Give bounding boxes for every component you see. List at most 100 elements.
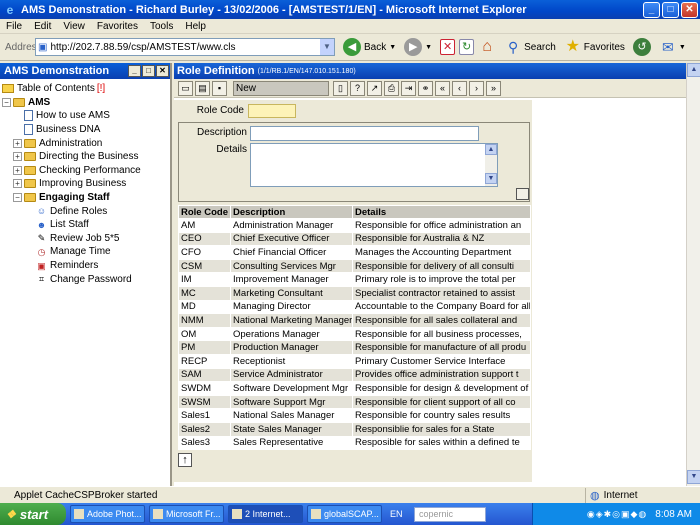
- back-dropdown-icon[interactable]: ▼: [389, 44, 396, 51]
- menu-help[interactable]: Help: [179, 21, 212, 32]
- scroll-top-arrow-icon[interactable]: ↑: [178, 453, 192, 467]
- toc-heading[interactable]: Table of Contents [!]: [2, 82, 168, 96]
- mail-button[interactable]: ✉ ▼: [659, 36, 686, 58]
- tree-item-manage-time[interactable]: ◷ Manage Time: [2, 245, 168, 259]
- start-button[interactable]: ❖ start: [0, 503, 66, 525]
- table-row[interactable]: Sales2 State Sales Manager Responsiblie fo…: [178, 421, 531, 437]
- close-button[interactable]: ✕: [681, 1, 698, 18]
- column-header-description[interactable]: Description: [230, 205, 353, 219]
- table-row[interactable]: PM Production Manager Responsible for manu…: [178, 340, 531, 355]
- find-binoculars-icon[interactable]: ⚭: [418, 80, 433, 96]
- tree-item-reminders[interactable]: ▣ Reminders: [2, 259, 168, 273]
- tree-item-ams[interactable]: − AMS: [2, 96, 168, 110]
- taskbar-item-globalscape[interactable]: globalSCAP...: [307, 505, 382, 523]
- tray-icons[interactable]: ◉◈✱◎▣◆◍: [587, 509, 647, 520]
- first-record-icon[interactable]: «: [435, 80, 450, 96]
- collapse-icon[interactable]: −: [13, 193, 22, 203]
- table-row[interactable]: IM Improvement Manager Primary role is to …: [178, 272, 531, 287]
- taskbar-item-internet-explorer[interactable]: 2 Internet...: [228, 505, 303, 523]
- details-expand-button[interactable]: [516, 188, 529, 200]
- stop-button[interactable]: ✕: [440, 36, 456, 58]
- save-icon[interactable]: ▪: [212, 80, 227, 96]
- page-scroll-up-icon[interactable]: ▲: [687, 63, 700, 77]
- details-textarea[interactable]: ▲ ▼: [250, 143, 498, 187]
- tree-item-list-staff[interactable]: ☻ List Staff: [2, 218, 168, 232]
- description-input[interactable]: [250, 126, 479, 141]
- history-button[interactable]: ↺: [632, 36, 651, 58]
- details-scrollbar[interactable]: ▲ ▼: [485, 144, 497, 186]
- tree-item-review-job[interactable]: ✎ Review Job 5*5: [2, 232, 168, 246]
- tree-item-improving[interactable]: + Improving Business: [2, 177, 168, 191]
- pane-close-button[interactable]: ✕: [156, 65, 169, 77]
- exit-icon[interactable]: ⇥: [401, 80, 416, 96]
- table-row[interactable]: SWSM Software Support Mgr Responsible for …: [178, 394, 531, 410]
- new-record-icon[interactable]: ▭: [178, 80, 193, 96]
- address-url[interactable]: http://202.7.88.59/csp/AMSTEST/www.cls: [50, 42, 320, 53]
- menu-view[interactable]: View: [57, 21, 91, 32]
- edit-icon[interactable]: ↗: [367, 80, 382, 96]
- address-input[interactable]: ▣ http://202.7.88.59/csp/AMSTEST/www.cls…: [35, 38, 335, 56]
- table-row[interactable]: MD Managing Director Accountable to the Co…: [178, 299, 531, 315]
- expand-icon[interactable]: +: [13, 152, 22, 162]
- minimize-button[interactable]: _: [643, 1, 660, 18]
- column-header-details[interactable]: Details: [352, 205, 531, 219]
- tree-item-how-to-use[interactable]: How to use AMS: [2, 109, 168, 123]
- tree-item-checking[interactable]: + Checking Performance: [2, 164, 168, 178]
- table-row[interactable]: OM Operations Manager Responsible for all …: [178, 326, 531, 342]
- menu-favorites[interactable]: Favorites: [91, 21, 144, 32]
- table-row[interactable]: CEO Chief Executive Officer Responsible fo…: [178, 231, 531, 247]
- next-record-icon[interactable]: ›: [469, 80, 484, 96]
- taskbar-item-photoshop[interactable]: Adobe Phot...: [70, 505, 145, 523]
- expand-icon[interactable]: +: [13, 138, 22, 148]
- scroll-up-icon[interactable]: ▲: [485, 144, 497, 155]
- pane-restore-button[interactable]: □: [142, 65, 155, 77]
- scroll-down-icon[interactable]: ▼: [485, 173, 497, 184]
- table-row[interactable]: SAM Service Administrator Provides office …: [178, 367, 531, 383]
- table-row[interactable]: NMM National Marketing Manager Responsible…: [178, 313, 531, 328]
- help-icon[interactable]: ?: [350, 80, 365, 96]
- home-button[interactable]: ⌂: [478, 36, 496, 58]
- table-row[interactable]: AM Administration Manager Responsible for …: [178, 218, 531, 233]
- table-row[interactable]: Sales1 National Sales Manager Responsible …: [178, 408, 531, 423]
- menu-edit[interactable]: Edit: [28, 21, 57, 32]
- table-row[interactable]: Sales3 Sales Representative Resposible for…: [178, 435, 531, 451]
- tree-item-directing[interactable]: + Directing the Business: [2, 150, 168, 164]
- tree-item-engaging-staff[interactable]: − Engaging Staff: [2, 191, 168, 205]
- expand-icon[interactable]: +: [13, 179, 22, 189]
- search-button[interactable]: ⚲ Search: [504, 36, 556, 58]
- back-button[interactable]: ◀ Back ▼: [343, 36, 396, 58]
- last-record-icon[interactable]: »: [486, 80, 501, 96]
- favorites-button[interactable]: ★ Favorites: [564, 36, 625, 58]
- table-row[interactable]: CFO Chief Financial Officer Manages the Ac…: [178, 245, 531, 260]
- forward-button[interactable]: ▶ ▼: [404, 36, 432, 58]
- tree-item-business-dna[interactable]: Business DNA: [2, 123, 168, 137]
- mail-dropdown-icon[interactable]: ▼: [679, 44, 686, 51]
- menu-tools[interactable]: Tools: [144, 21, 179, 32]
- copernic-search-input[interactable]: copernic: [414, 506, 486, 522]
- language-indicator[interactable]: EN: [390, 509, 410, 519]
- tree-item-change-password[interactable]: ⌗ Change Password: [2, 272, 168, 286]
- taskbar-item-frontpage[interactable]: Microsoft Fr...: [149, 505, 224, 523]
- column-header-role-code[interactable]: Role Code: [178, 205, 231, 219]
- expand-icon[interactable]: +: [13, 165, 22, 175]
- tree-item-administration[interactable]: + Administration: [2, 136, 168, 150]
- previous-record-icon[interactable]: ‹: [452, 80, 467, 96]
- page-scrollbar[interactable]: ▲ ▼: [686, 63, 700, 486]
- table-row[interactable]: CSM Consulting Services Mgr Responsible fo…: [178, 258, 531, 274]
- table-row[interactable]: SWDM Software Development Mgr Responsible …: [178, 381, 531, 396]
- forward-dropdown-icon[interactable]: ▼: [425, 44, 432, 51]
- role-code-input[interactable]: [248, 104, 296, 118]
- address-dropdown-icon[interactable]: ▼: [320, 39, 334, 55]
- tree-item-define-roles[interactable]: ☺ Define Roles: [2, 204, 168, 218]
- delete-record-icon[interactable]: ▯: [333, 80, 348, 96]
- pane-minimize-button[interactable]: _: [128, 65, 141, 77]
- print-icon[interactable]: ⎙: [384, 80, 399, 96]
- menu-file[interactable]: File: [0, 21, 28, 32]
- maximize-button[interactable]: □: [662, 1, 679, 18]
- table-row[interactable]: RECP Receptionist Primary Customer Service…: [178, 353, 531, 369]
- open-folder-icon[interactable]: ▤: [195, 80, 210, 96]
- page-scroll-down-icon[interactable]: ▼: [687, 470, 700, 484]
- collapse-icon[interactable]: −: [2, 97, 11, 107]
- table-row[interactable]: MC Marketing Consultant Specialist contrac…: [178, 285, 531, 301]
- refresh-button[interactable]: ↻: [459, 36, 475, 58]
